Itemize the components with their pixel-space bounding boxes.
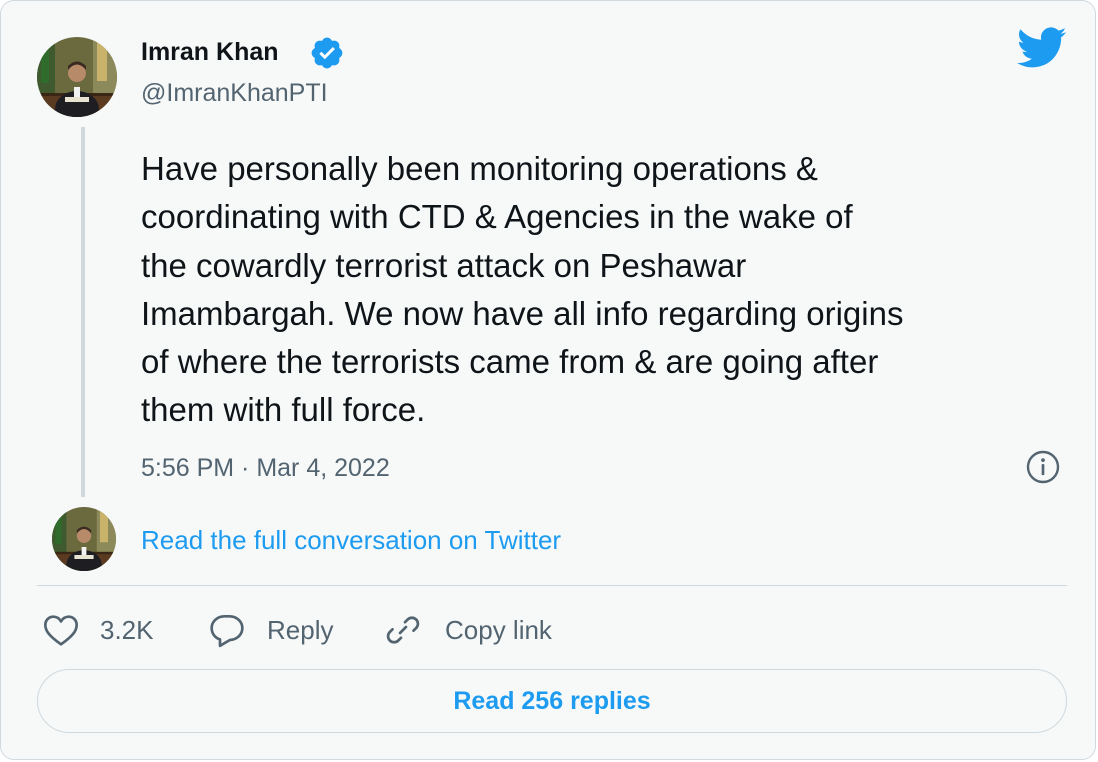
divider	[37, 585, 1067, 586]
author-handle[interactable]: @ImranKhanPTI	[141, 76, 328, 110]
reply-label: Reply	[267, 615, 334, 645]
conversation-avatar[interactable]	[52, 507, 116, 571]
info-icon[interactable]	[1025, 449, 1061, 485]
copy-link-label: Copy link	[445, 615, 552, 645]
avatar-photo	[37, 37, 117, 117]
copy-link-button[interactable]: Copy link	[383, 607, 552, 653]
thread-connector-line	[81, 127, 85, 497]
read-full-conversation-link[interactable]: Read the full conversation on Twitter	[141, 523, 561, 557]
author-name[interactable]: Imran Khan	[141, 34, 279, 70]
speech-bubble-icon	[210, 615, 244, 648]
tweet-timestamp[interactable]: 5:56 PM · Mar 4, 2022	[141, 451, 390, 485]
author-avatar[interactable]	[37, 37, 117, 117]
verified-badge-icon	[311, 37, 343, 69]
tweet-embed-card: Imran Khan @ImranKhanPTI Have personally…	[0, 0, 1096, 760]
read-replies-label: Read 256 replies	[453, 687, 651, 715]
link-icon	[386, 616, 420, 644]
like-count: 3.2K	[100, 615, 154, 645]
reply-button[interactable]: Reply	[207, 607, 333, 653]
twitter-bird-icon[interactable]	[1017, 27, 1067, 69]
read-replies-button[interactable]: Read 256 replies	[37, 669, 1067, 733]
tweet-text: Have personally been monitoring operatio…	[141, 150, 904, 429]
like-button[interactable]: 3.2K	[41, 607, 154, 653]
heart-icon	[44, 615, 78, 646]
avatar-photo	[52, 507, 116, 571]
